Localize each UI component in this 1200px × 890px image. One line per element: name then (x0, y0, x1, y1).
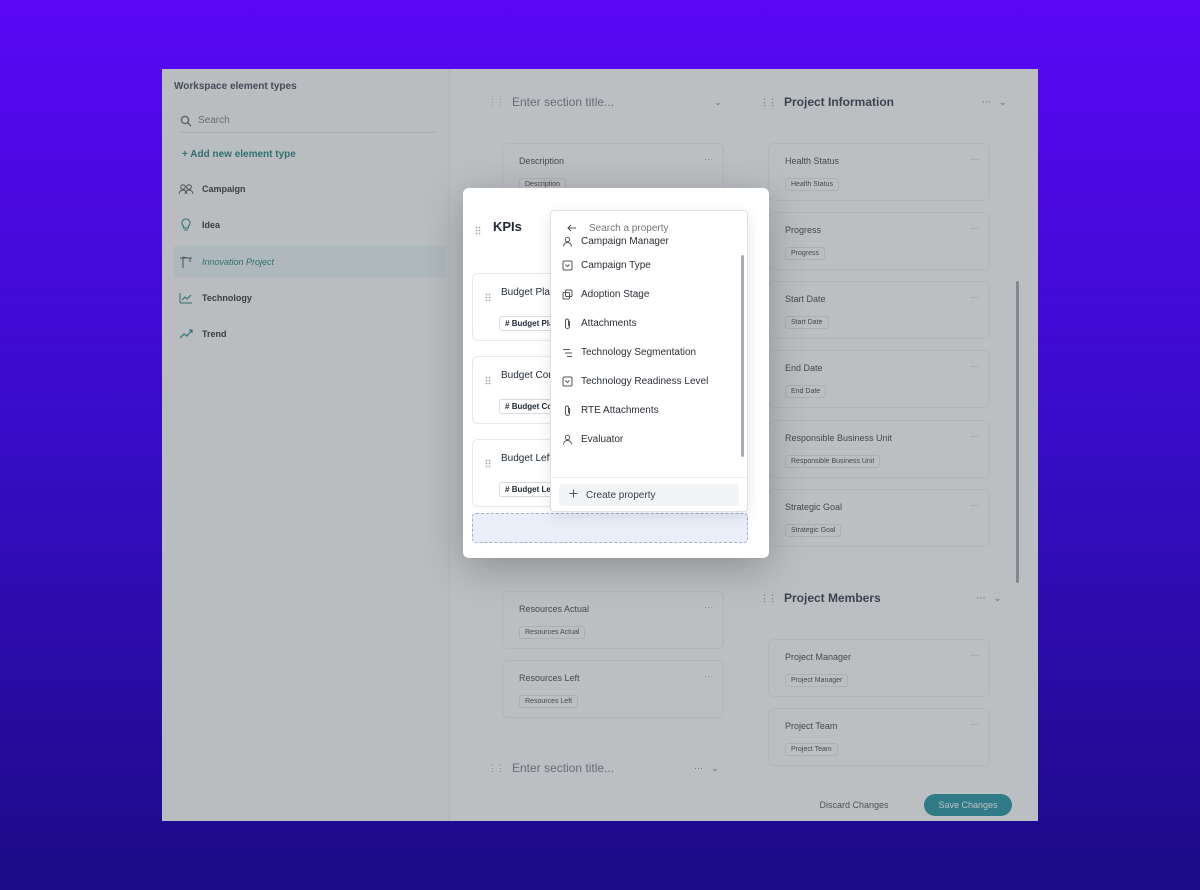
hash-icon: # (505, 485, 510, 494)
property-option-evaluator[interactable]: Evaluator (551, 425, 741, 454)
copy-stack-icon (561, 289, 573, 301)
property-option-campaign-manager[interactable]: Campaign Manager (551, 231, 741, 251)
property-option-adoption-stage[interactable]: Adoption Stage (551, 280, 741, 309)
option-label: Adoption Stage (581, 289, 650, 300)
property-option-campaign-type[interactable]: Campaign Type (551, 251, 741, 280)
property-option-technology-segmentation[interactable]: Technology Segmentation (551, 338, 741, 367)
paperclip-icon (561, 405, 573, 417)
option-label: RTE Attachments (581, 405, 659, 416)
option-label: Technology Readiness Level (581, 376, 709, 387)
select-box-icon (561, 376, 573, 388)
hash-icon: # (505, 319, 510, 328)
option-label: Technology Segmentation (581, 347, 697, 358)
option-label: Campaign Manager (581, 235, 669, 247)
divider (551, 477, 747, 478)
plus-icon (569, 489, 578, 501)
option-label: Evaluator (581, 434, 624, 445)
property-option-attachments[interactable]: Attachments (551, 309, 741, 338)
create-property-label: Create property (586, 489, 656, 501)
property-option-rte-attachments[interactable]: RTE Attachments (551, 396, 741, 425)
drag-handle-icon[interactable] (485, 372, 491, 390)
drag-handle-icon[interactable] (485, 289, 491, 307)
paperclip-icon (561, 318, 573, 330)
select-box-icon (561, 260, 573, 272)
option-label: Attachments (581, 318, 637, 329)
drop-zone[interactable] (472, 513, 748, 543)
tree-list-icon (561, 347, 573, 359)
hash-icon: # (505, 402, 510, 411)
user-icon (561, 434, 573, 446)
dropdown-scrollbar[interactable] (741, 255, 744, 457)
drag-handle-icon[interactable] (485, 455, 491, 473)
option-label: Campaign Type (581, 260, 651, 271)
property-picker-dropdown: Campaign Manager Campaign Type Adoption … (550, 210, 748, 512)
property-list: Campaign Manager Campaign Type Adoption … (551, 236, 741, 454)
property-option-technology-readiness-level[interactable]: Technology Readiness Level (551, 367, 741, 396)
user-icon (561, 235, 573, 247)
modal-section-title: KPIs (493, 219, 522, 234)
card-label: Budget Left (501, 453, 553, 464)
drag-handle-icon[interactable] (475, 222, 481, 240)
create-property-button[interactable]: Create property (559, 484, 739, 506)
